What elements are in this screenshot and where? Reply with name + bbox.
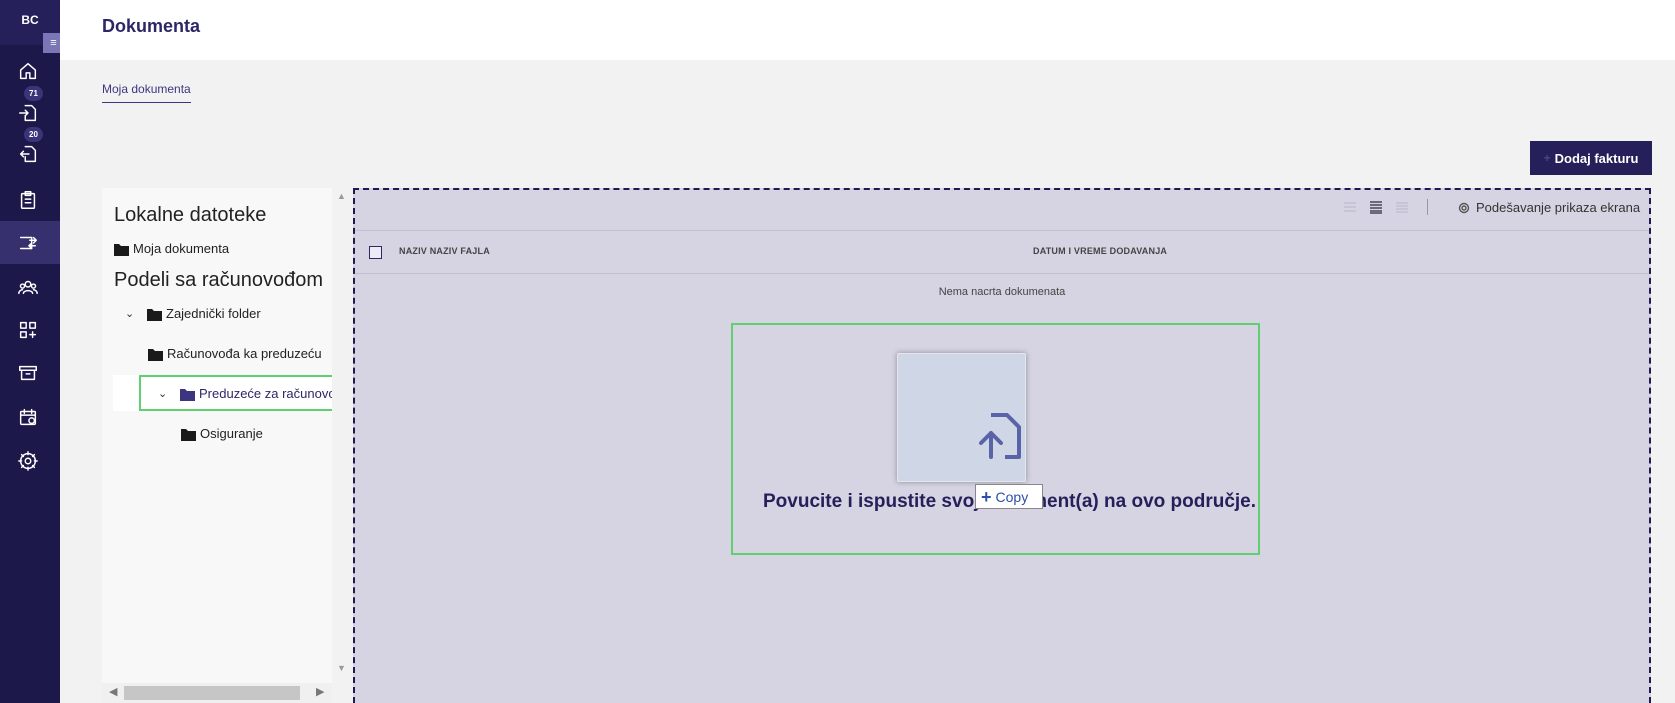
tree-item-zajednicki-folder[interactable]: ⌄ Zajednički folder [125,306,261,321]
toolbar-separator [1427,199,1428,215]
plus-icon: + [1543,151,1551,165]
sidebar: BC ≡ 71 20 [0,0,64,703]
add-invoice-label: Dodaj fakturu [1554,150,1639,166]
folder-icon [181,428,196,441]
plus-icon: + [981,486,992,507]
archive-icon[interactable] [16,361,40,385]
incoming-count-badge: 71 [24,86,43,101]
document-exchange-icon[interactable] [16,231,40,255]
grid-header-top-divider [355,230,1649,231]
calendar-icon[interactable] [16,405,40,429]
dragged-document-preview [897,353,1026,482]
page-title: Dokumenta [102,16,201,36]
folder-icon [148,348,163,361]
tree-item-osiguranje[interactable]: Osiguranje [181,426,263,441]
file-upload-icon [979,413,1021,459]
select-all-checkbox[interactable] [369,246,382,259]
scroll-up-icon[interactable]: ▲ [337,191,346,201]
gear-icon [1458,202,1470,213]
tree-selection-bg [113,375,139,411]
compact-view-icon[interactable] [1369,200,1383,214]
tree-item-label: Preduzeće za računovo [199,386,336,401]
settings-icon[interactable] [16,449,40,473]
top-bar: Dokumenta [60,0,1675,60]
view-mode-switcher [1343,200,1409,214]
list-view-icon[interactable] [1343,200,1357,214]
tree-item-moja-dokumenta[interactable]: Moja dokumenta [114,241,229,256]
tree-item-label: Osiguranje [200,426,263,441]
folder-icon [180,388,195,401]
copy-tooltip-label: Copy [995,488,1029,505]
add-invoice-button[interactable]: + Dodaj fakturu [1530,141,1652,175]
outgoing-count-badge: 20 [24,127,43,142]
dense-view-icon[interactable] [1395,200,1409,214]
tab-moja-dokumenta[interactable]: Moja dokumenta [102,82,191,103]
display-settings-label: Podešavanje prikaza ekrana [1476,200,1641,215]
chevron-down-icon[interactable]: ⌄ [158,387,170,400]
column-header-file-name[interactable]: NAZIV NAZIV FAJLA [399,246,490,256]
tree-item-label: Računovođa ka preduzeću [167,346,322,361]
display-settings-button[interactable]: Podešavanje prikaza ekrana [1458,200,1640,215]
copy-drag-tooltip: + Copy [975,484,1043,509]
folder-icon [114,243,129,256]
grid-header-bottom-divider [355,273,1649,274]
clipboard-icon[interactable] [16,188,40,212]
scroll-left-icon[interactable]: ◀ [109,685,117,698]
folder-icon [147,308,162,321]
tree-item-preduzece-za-racunovodju[interactable]: ⌄ Preduzeće za računovo [158,386,336,401]
tree-horizontal-scrollbar[interactable]: ◀ ▶ [102,683,332,703]
tree-item-racunovodja-ka-preduzecu[interactable]: Računovođa ka preduzeću [148,346,322,361]
scroll-down-icon[interactable]: ▼ [337,663,346,673]
scroll-right-icon[interactable]: ▶ [316,685,324,698]
chevron-down-icon[interactable]: ⌄ [125,307,137,320]
tree-heading-local: Lokalne datoteke [114,204,267,226]
tree-item-label: Moja dokumenta [133,241,230,256]
empty-grid-message: Nema nacrta dokumenata [938,286,1066,298]
apps-icon[interactable] [16,318,40,342]
tree-item-label: Zajednički folder [166,306,261,321]
outgoing-documents-icon[interactable] [16,142,40,166]
home-icon[interactable] [16,59,40,83]
column-header-date-added[interactable]: DATUM I VREME DODAVANJA [1033,246,1167,256]
scrollbar-thumb[interactable] [124,686,300,700]
tree-vertical-scrollbar[interactable]: ▲ ▼ [332,188,352,683]
incoming-documents-icon[interactable] [16,101,40,125]
